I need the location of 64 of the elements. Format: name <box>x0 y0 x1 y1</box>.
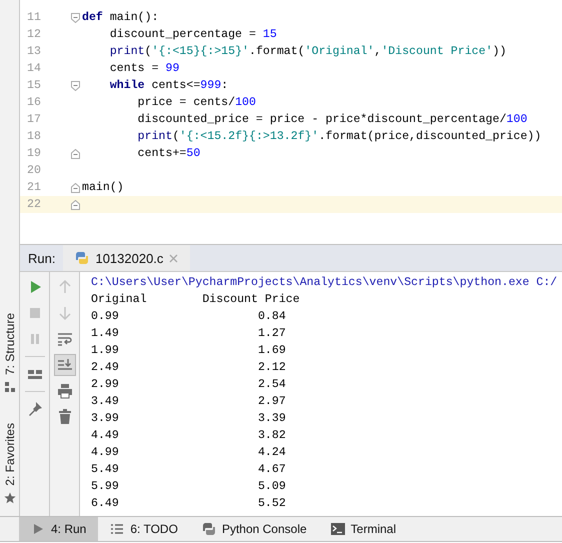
line-number: 13 <box>26 45 42 58</box>
scroll-to-end-button[interactable] <box>54 354 76 376</box>
console-output: 3.99 3.39 <box>91 411 287 427</box>
console-output: 3.49 2.97 <box>91 394 287 410</box>
code-line: discounted_price = price - price*discount_percentage/100 <box>136 113 528 126</box>
line-number: 21 <box>26 181 42 194</box>
up-arrow-icon <box>56 279 72 295</box>
console-output: 4.49 3.82 <box>91 428 287 444</box>
code-line: def main(): <box>82 11 159 24</box>
close-icon[interactable] <box>169 254 178 262</box>
console-output: 6.49 5.52 <box>91 496 287 512</box>
code-line: cents = 99 <box>108 62 180 75</box>
star-icon <box>4 492 16 504</box>
code-line: print('{:<15}{:>15}'.format('Original','Discount Price')) <box>108 45 506 58</box>
code-line: cents+=50 <box>136 147 200 160</box>
console-output: 5.99 5.09 <box>91 479 287 495</box>
console-output: 2.99 2.54 <box>91 377 287 393</box>
logo-icon <box>202 522 216 536</box>
line-number: 16 <box>26 96 42 109</box>
fold-marker-icon[interactable] <box>71 200 80 210</box>
tool-window-tab[interactable]: 7: Structure <box>2 313 16 376</box>
run-icon <box>31 522 45 536</box>
console-output: 1.99 1.69 <box>91 343 287 359</box>
line-number: 19 <box>26 147 42 160</box>
line-number: 15 <box>26 79 42 92</box>
console-output: 4.99 4.24 <box>91 445 287 461</box>
fold-marker-icon[interactable] <box>71 148 80 158</box>
soft-wrap-icon <box>56 331 72 347</box>
line-number: 14 <box>26 62 42 75</box>
run-panel-label: Run: <box>27 250 56 268</box>
trash-icon <box>56 409 72 425</box>
console-output: 2.49 2.12 <box>91 360 287 376</box>
pin-icon <box>26 401 42 417</box>
fold-marker-icon[interactable] <box>71 80 80 90</box>
console-output: 0.99 0.84 <box>91 309 287 325</box>
console-output: Original Discount Price <box>91 292 301 308</box>
console-command: C:\Users\User\PycharmProjects\Analytics\venv\Scripts\python.exe C:/ <box>91 275 558 291</box>
tool-window-tab[interactable]: 6: TODO <box>98 517 190 541</box>
tool-window-tab[interactable]: Terminal <box>318 517 408 541</box>
terminal-icon <box>330 522 345 536</box>
line-number: 18 <box>26 130 42 143</box>
code-line: discount_percentage = 15 <box>108 28 277 41</box>
list-icon <box>110 522 124 536</box>
code-line: price = cents/100 <box>136 96 256 109</box>
tool-window-tab[interactable]: 4: Run <box>19 517 98 541</box>
tool-window-tab[interactable]: Python Console <box>190 517 319 541</box>
structure-icon <box>4 381 16 394</box>
console-output: 1.49 1.27 <box>91 326 287 342</box>
line-number: 22 <box>26 198 42 211</box>
line-number: 11 <box>26 11 42 24</box>
line-number: 12 <box>26 28 42 41</box>
line-number: 20 <box>26 164 42 177</box>
print-icon <box>56 383 72 399</box>
code-line: print('{:<15.2f}{:>13.2f}'.format(price,discounted_price)) <box>136 130 542 143</box>
console-output: 5.49 4.67 <box>91 462 287 478</box>
fold-marker-icon[interactable] <box>71 182 80 192</box>
run-tab[interactable]: 10132020.c <box>63 245 190 271</box>
tool-window-tab[interactable]: 2: Favorites <box>2 423 16 486</box>
code-line: while cents<=999: <box>108 79 228 92</box>
code-line: main() <box>82 181 124 194</box>
logo-icon <box>75 251 90 265</box>
down-arrow-icon <box>56 305 72 321</box>
line-number: 17 <box>26 113 42 126</box>
fold-marker-icon[interactable] <box>71 12 80 22</box>
